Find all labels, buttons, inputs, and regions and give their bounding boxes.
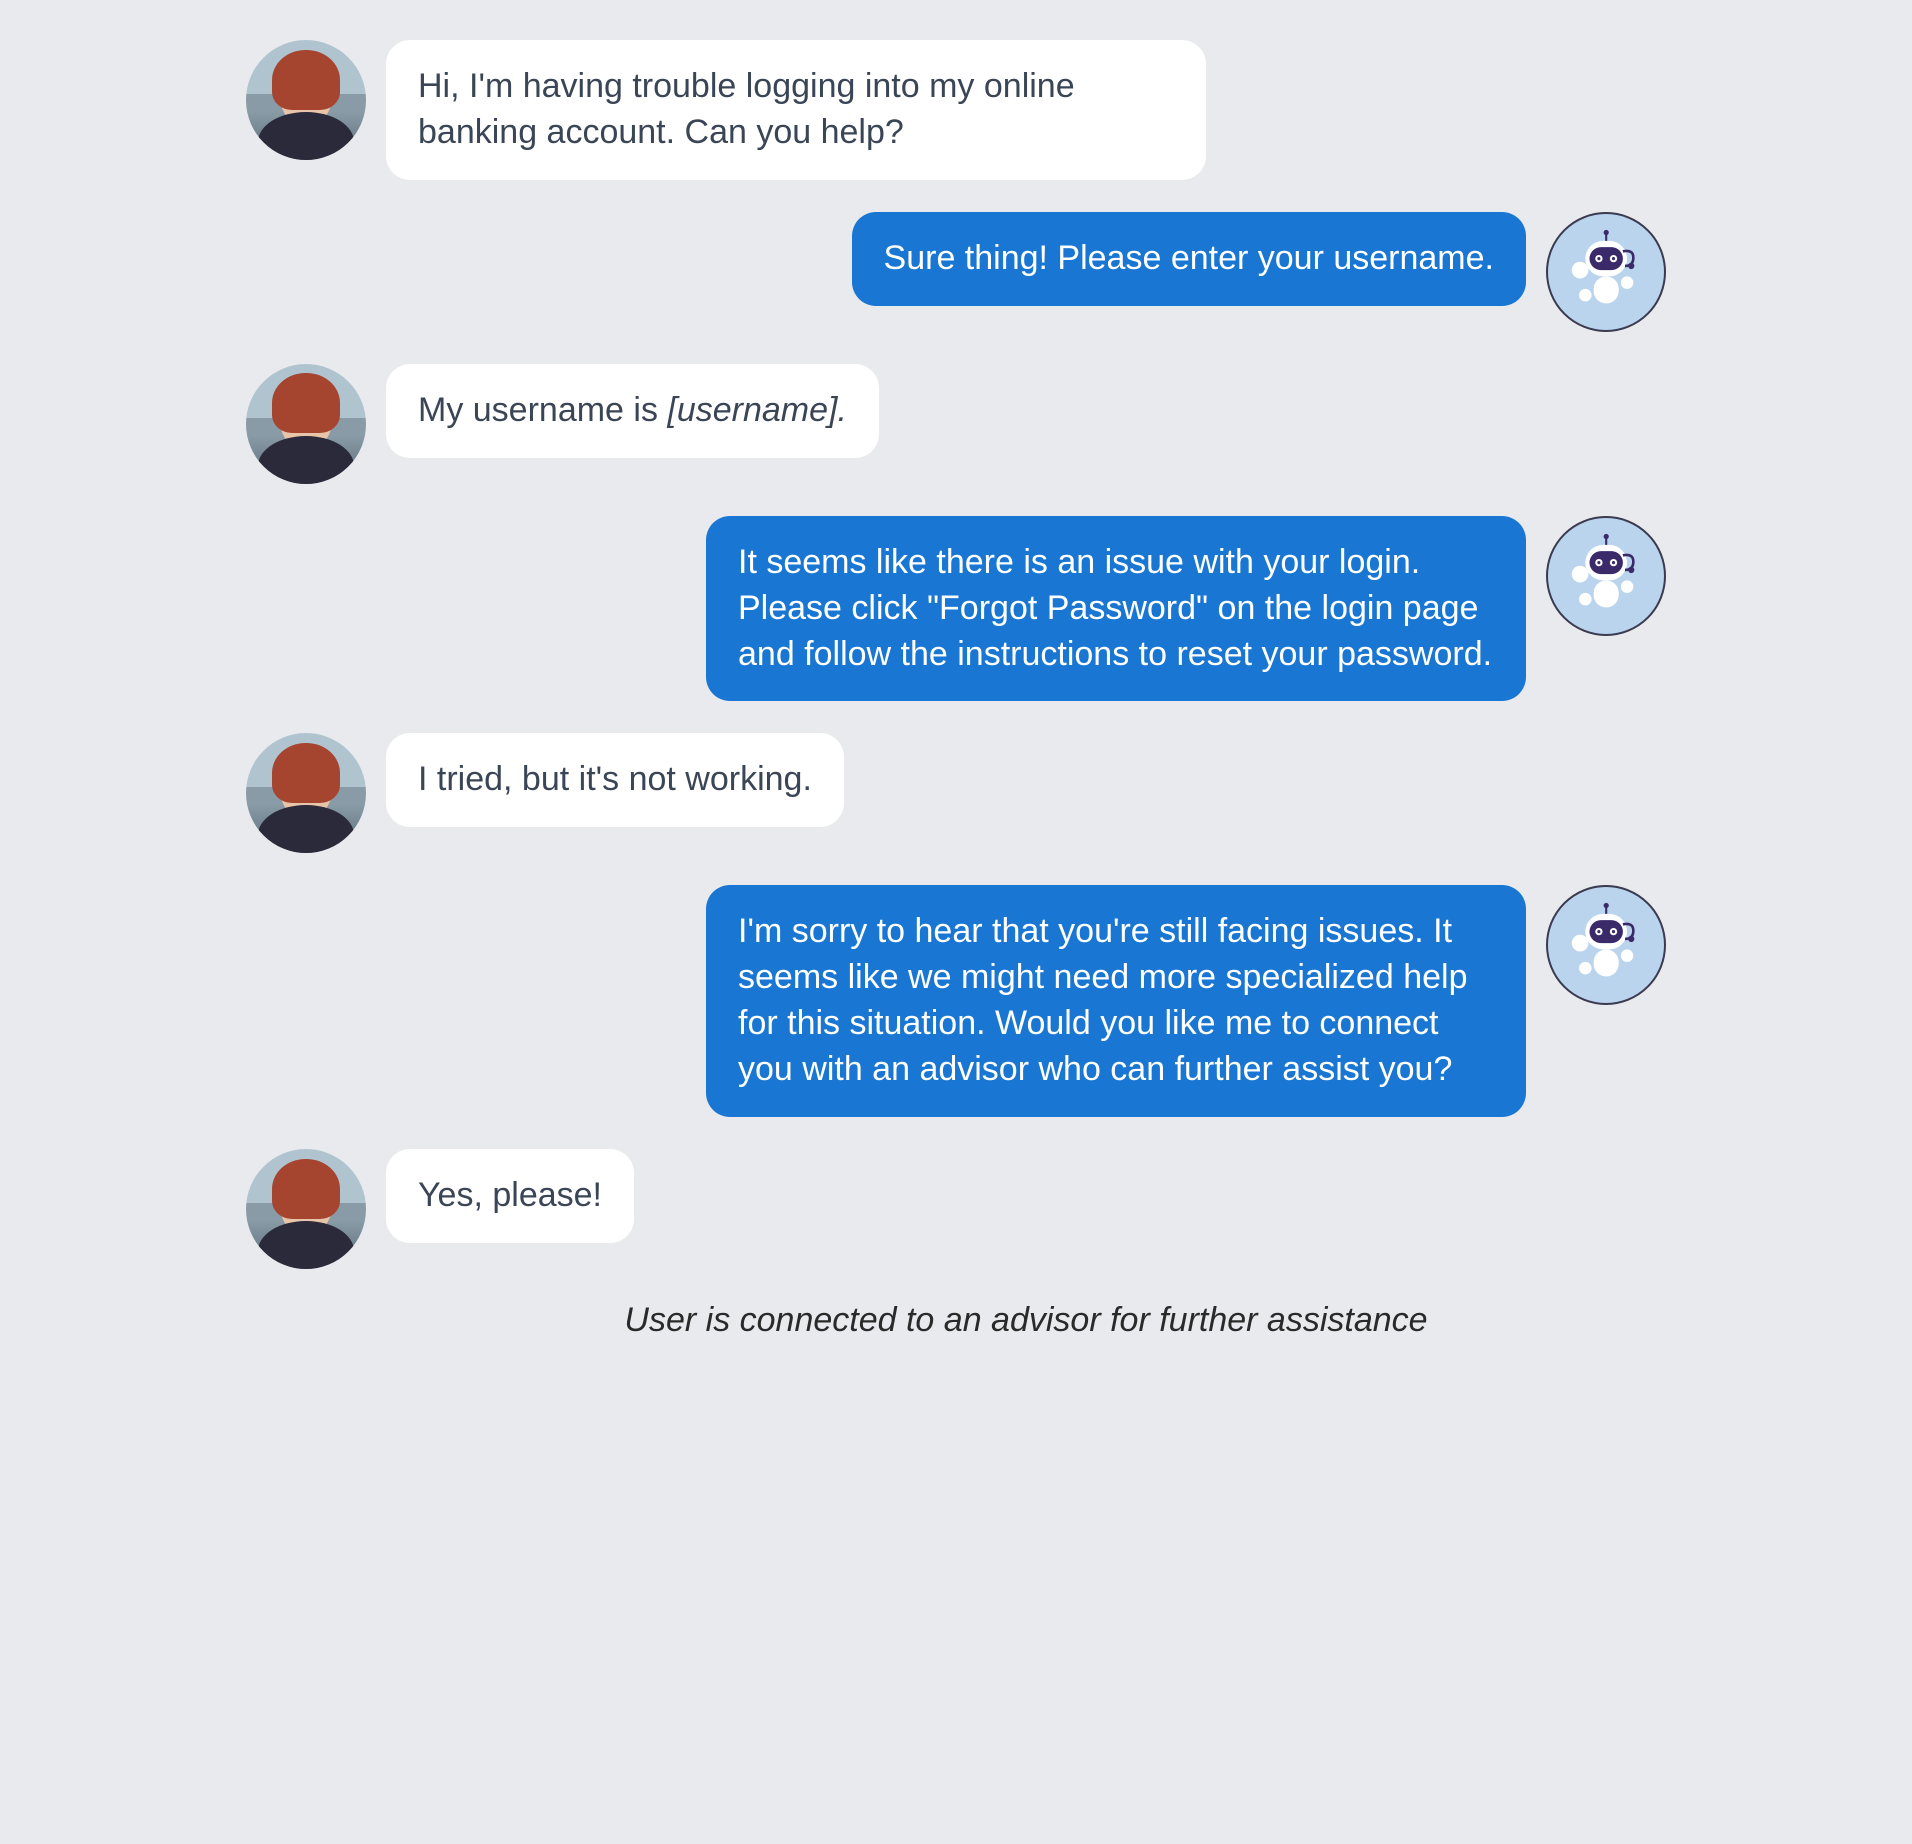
message-row-user: I tried, but it's not working. xyxy=(246,733,1666,853)
robot-avatar-icon xyxy=(1546,516,1666,636)
bot-message-bubble: Sure thing! Please enter your username. xyxy=(852,212,1526,306)
message-row-user: Hi, I'm having trouble logging into my o… xyxy=(246,40,1666,180)
bot-message-bubble: I'm sorry to hear that you're still faci… xyxy=(706,885,1526,1117)
message-text-prefix: My username is xyxy=(418,391,667,429)
system-message: User is connected to an advisor for furt… xyxy=(386,1301,1666,1340)
robot-avatar-icon xyxy=(1546,885,1666,1005)
message-row-bot: I'm sorry to hear that you're still faci… xyxy=(246,885,1666,1117)
user-avatar-icon xyxy=(246,40,366,160)
user-avatar-icon xyxy=(246,733,366,853)
user-message-bubble: I tried, but it's not working. xyxy=(386,733,844,827)
bot-message-bubble: It seems like there is an issue with you… xyxy=(706,516,1526,702)
robot-avatar-icon xyxy=(1546,212,1666,332)
user-message-bubble: My username is [username]. xyxy=(386,364,879,458)
message-row-user: Yes, please! xyxy=(246,1149,1666,1269)
user-avatar-icon xyxy=(246,1149,366,1269)
chat-container: Hi, I'm having trouble logging into my o… xyxy=(246,40,1666,1340)
user-message-bubble: Yes, please! xyxy=(386,1149,634,1243)
message-text-italic: [username]. xyxy=(667,391,847,429)
user-message-bubble: Hi, I'm having trouble logging into my o… xyxy=(386,40,1206,180)
message-row-bot: It seems like there is an issue with you… xyxy=(246,516,1666,702)
message-row-user: My username is [username]. xyxy=(246,364,1666,484)
message-row-bot: Sure thing! Please enter your username. xyxy=(246,212,1666,332)
user-avatar-icon xyxy=(246,364,366,484)
